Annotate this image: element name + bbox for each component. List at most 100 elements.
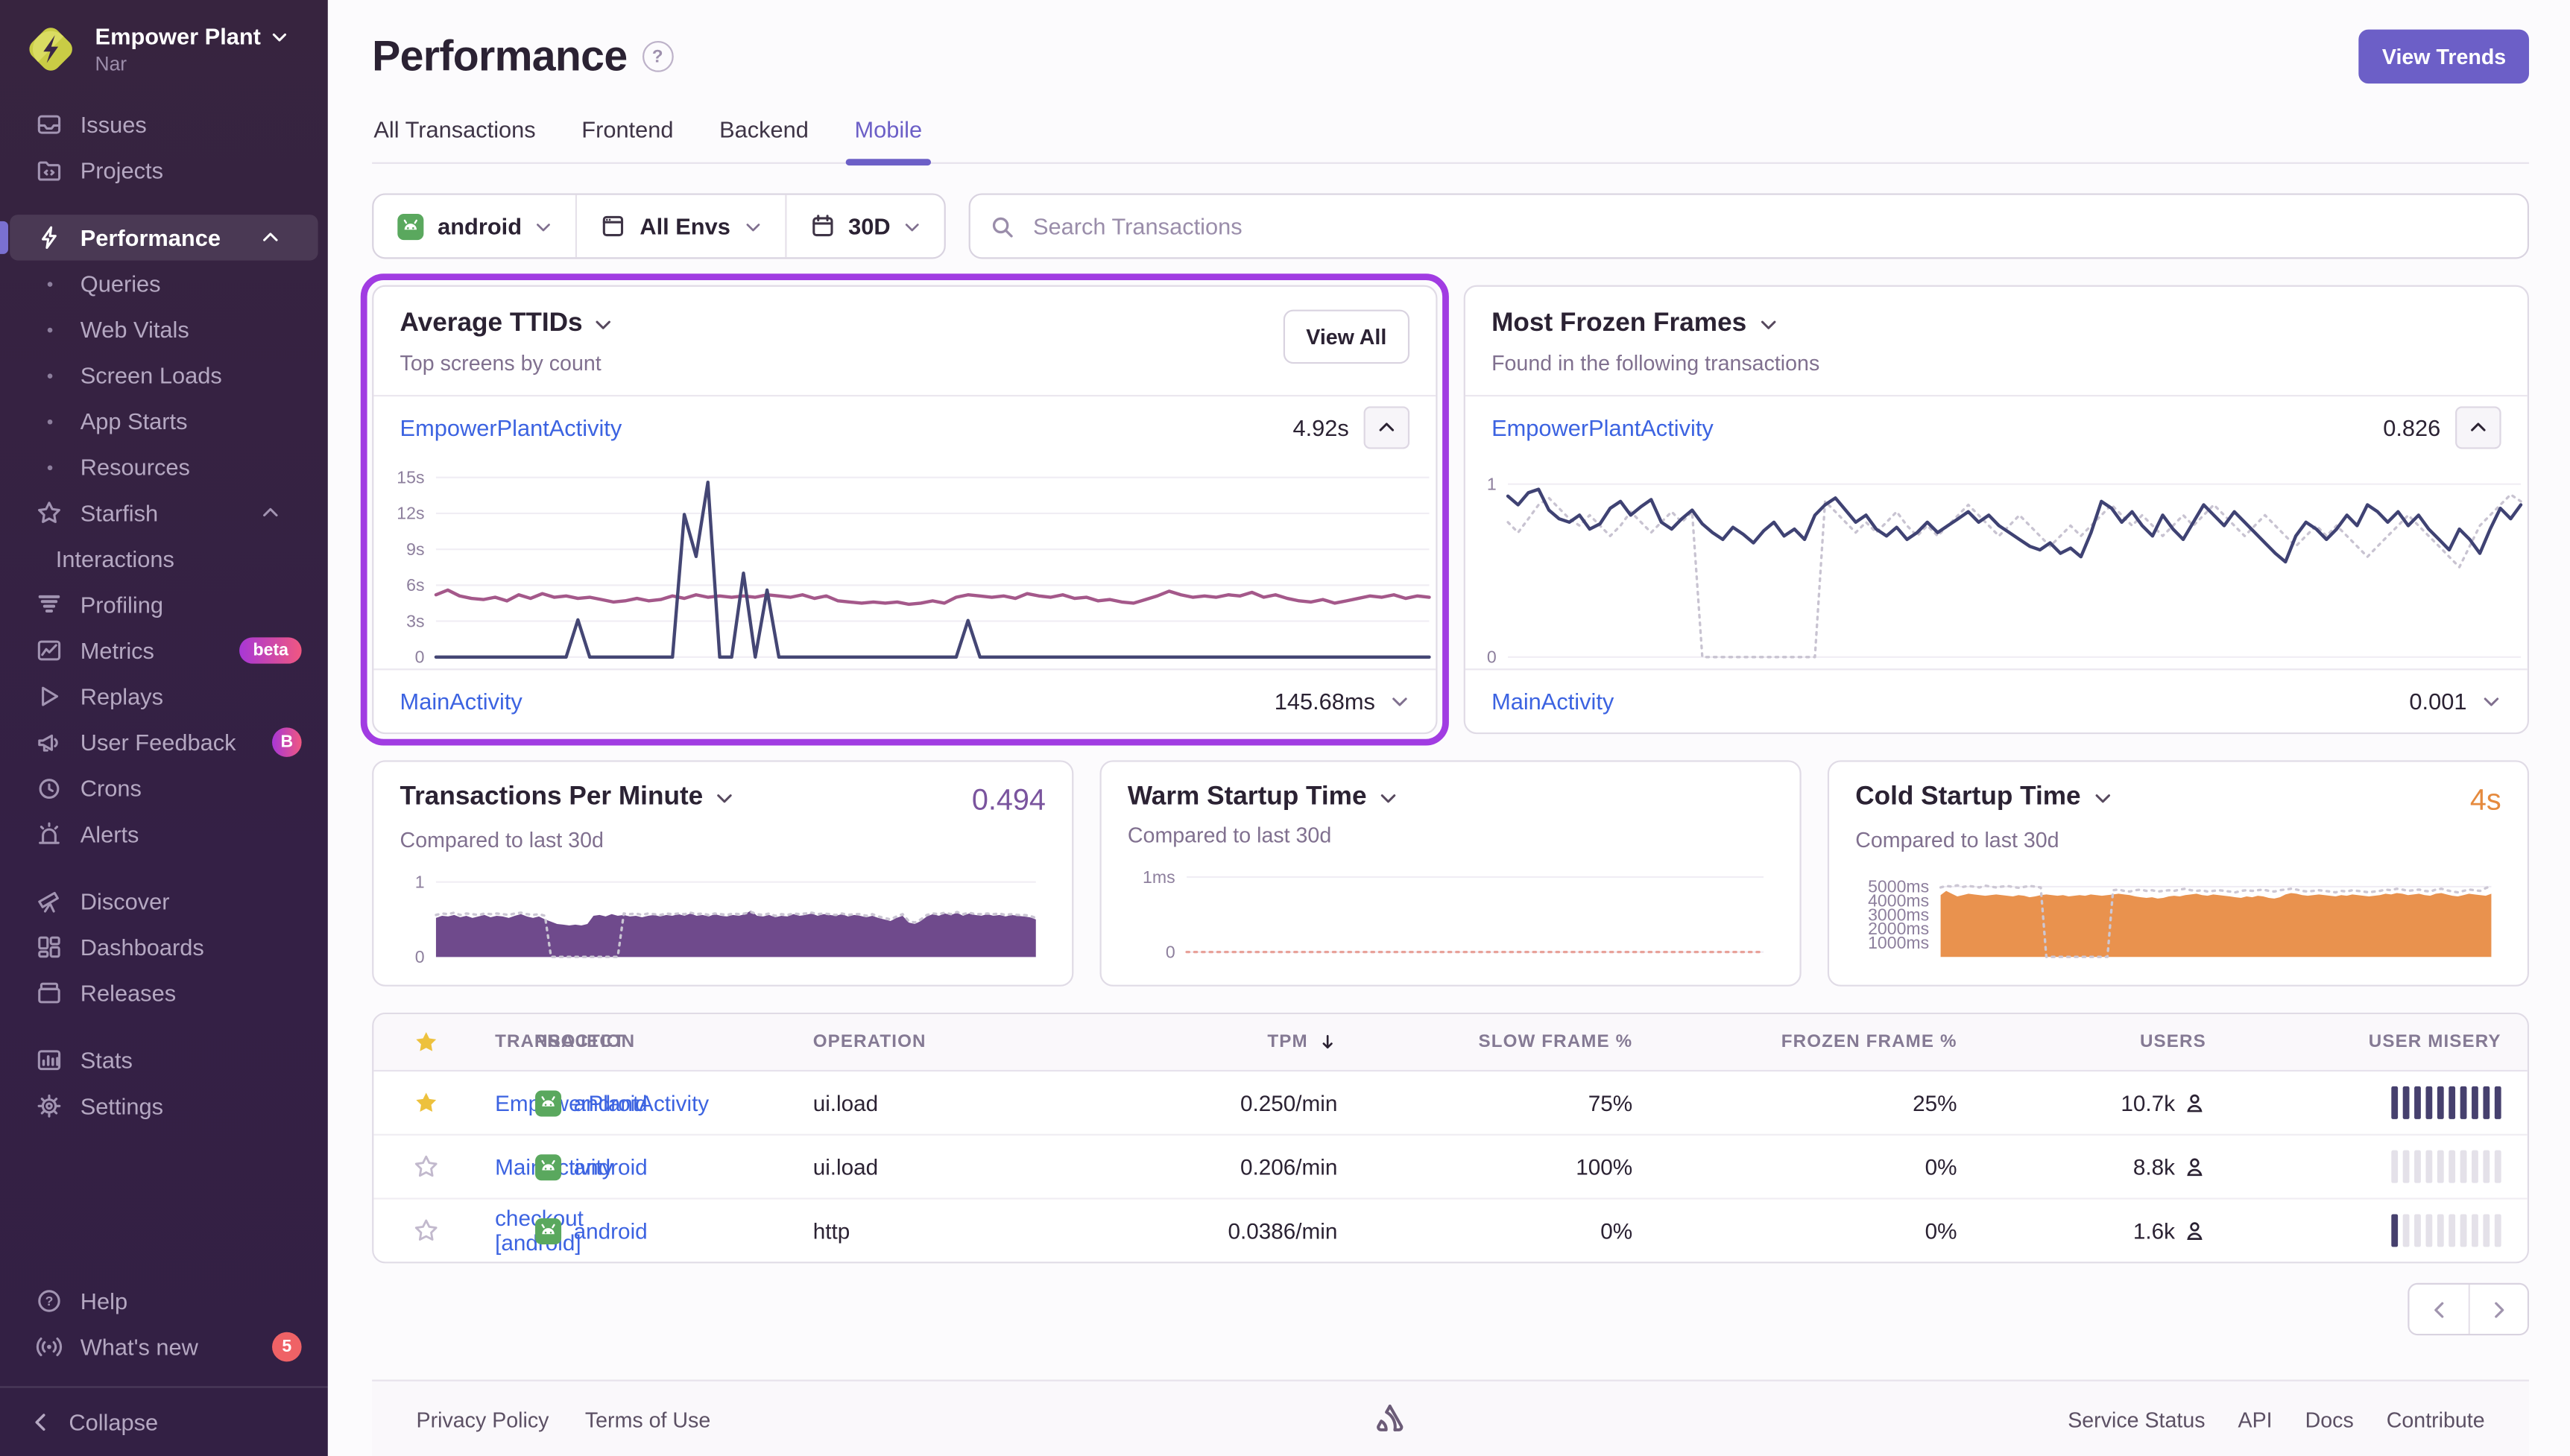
sidebar-item-stats[interactable]: Stats bbox=[10, 1037, 318, 1083]
collapse-toggle-button[interactable] bbox=[1363, 406, 1410, 449]
project-filter[interactable]: android bbox=[373, 195, 575, 258]
slow-frame-value: 100% bbox=[1576, 1154, 1633, 1180]
sidebar-item-issues[interactable]: Issues bbox=[10, 101, 318, 148]
sidebar-item-starfish[interactable]: Starfish bbox=[10, 490, 318, 536]
cold-title[interactable]: Cold Startup Time bbox=[1855, 783, 2112, 813]
sidebar-item-profiling[interactable]: Profiling bbox=[10, 582, 318, 628]
sidebar-item-alerts[interactable]: Alerts bbox=[10, 811, 318, 857]
user-feedback-icon bbox=[33, 729, 66, 756]
frozen-title[interactable]: Most Frozen Frames bbox=[1491, 310, 1819, 340]
warm-card: Warm Startup Time Compared to last 30d 1ms… bbox=[1099, 760, 1802, 987]
transaction-link[interactable]: EmpowerPlantActivity bbox=[400, 414, 622, 440]
sidebar-item-web-vitals[interactable]: Web Vitals bbox=[10, 306, 318, 352]
footer-link-api[interactable]: API bbox=[2238, 1407, 2273, 1431]
tab-mobile[interactable]: Mobile bbox=[846, 107, 931, 166]
sidebar-item-whats-new[interactable]: What's new 5 bbox=[10, 1324, 318, 1370]
sidebar-item-resources[interactable]: Resources bbox=[10, 444, 318, 490]
project-link[interactable]: android bbox=[534, 1089, 648, 1116]
svg-text:0: 0 bbox=[1166, 942, 1175, 961]
sidebar-item-queries[interactable]: Queries bbox=[10, 261, 318, 307]
tpm-value: 0.250/min bbox=[1240, 1090, 1338, 1115]
collapse-label: Collapse bbox=[69, 1409, 159, 1436]
project-link[interactable]: android bbox=[534, 1217, 648, 1244]
previous-page-button[interactable] bbox=[2409, 1285, 2469, 1334]
metrics-icon bbox=[33, 637, 66, 663]
replays-icon bbox=[33, 683, 66, 709]
column-header-star[interactable] bbox=[373, 1029, 479, 1055]
expand-toggle-button[interactable] bbox=[2481, 691, 2501, 711]
footer-link-docs[interactable]: Docs bbox=[2305, 1407, 2354, 1431]
sidebar-item-releases[interactable]: Releases bbox=[10, 970, 318, 1016]
sidebar-item-dashboards[interactable]: Dashboards bbox=[10, 924, 318, 970]
column-label: FROZEN FRAME % bbox=[1781, 1032, 1957, 1052]
org-subtitle: Nar bbox=[95, 52, 127, 76]
sidebar-item-replays[interactable]: Replays bbox=[10, 674, 318, 720]
next-page-button[interactable] bbox=[2468, 1285, 2528, 1334]
transaction-link[interactable]: MainActivity bbox=[400, 689, 522, 715]
project-link[interactable]: android bbox=[534, 1153, 648, 1180]
metric-cards: Transactions Per Minute 0.494 Compared to … bbox=[372, 760, 2530, 987]
view-all-button[interactable]: View All bbox=[1283, 309, 1410, 364]
row-value: 145.68ms bbox=[1274, 688, 1375, 715]
sidebar-collapse-button[interactable]: Collapse bbox=[0, 1386, 328, 1456]
sidebar-item-crons[interactable]: Crons bbox=[10, 765, 318, 811]
collapse-toggle-button[interactable] bbox=[2455, 406, 2501, 449]
chevron-down-icon bbox=[2092, 788, 2112, 808]
sidebar-item-discover[interactable]: Discover bbox=[10, 879, 318, 925]
tab-frontend[interactable]: Frontend bbox=[580, 107, 675, 162]
expand-toggle-button[interactable] bbox=[1390, 691, 1409, 711]
slow-frame-value: 0% bbox=[1600, 1218, 1633, 1243]
metrics-badge: beta bbox=[239, 637, 302, 664]
sidebar-item-projects[interactable]: Projects bbox=[10, 148, 318, 194]
column-header-tpm[interactable]: TPM bbox=[1108, 1032, 1354, 1052]
cold-chart: 5000ms 4000ms 3000ms 2000ms 1000ms bbox=[1855, 867, 2501, 968]
transaction-link[interactable]: MainActivity bbox=[1491, 689, 1614, 715]
tpm-title[interactable]: Transactions Per Minute bbox=[400, 783, 734, 813]
operation-value: http bbox=[812, 1218, 850, 1243]
sidebar-item-metrics[interactable]: Metrics beta bbox=[10, 627, 318, 674]
chevron-up-icon bbox=[254, 503, 287, 522]
tab-all-transactions[interactable]: All Transactions bbox=[372, 107, 537, 162]
project-name: android bbox=[573, 1090, 648, 1115]
sidebar-item-performance[interactable]: Performance bbox=[0, 215, 318, 261]
tab-backend[interactable]: Backend bbox=[718, 107, 810, 162]
warm-chart: 1ms 0 bbox=[1128, 862, 1773, 963]
frozen-panel: Most Frozen Frames Found in the following… bbox=[1463, 285, 2530, 735]
star-toggle[interactable] bbox=[373, 1218, 479, 1244]
footer-link-terms-of-use[interactable]: Terms of Use bbox=[585, 1407, 710, 1431]
card-value: 4s bbox=[2469, 783, 2501, 817]
sidebar-item-app-starts[interactable]: App Starts bbox=[10, 398, 318, 444]
footer-link-service-status[interactable]: Service Status bbox=[2068, 1407, 2205, 1431]
window-icon bbox=[601, 213, 627, 239]
org-switcher[interactable]: Empower Plant Nar bbox=[0, 0, 328, 101]
footer-link-privacy-policy[interactable]: Privacy Policy bbox=[417, 1407, 549, 1431]
sidebar-item-help[interactable]: ? Help bbox=[10, 1278, 318, 1324]
panel-row: EmpowerPlantActivity 4.92s bbox=[373, 396, 1436, 459]
ttid-panel: Average TTIDs Top screens by count View Al… bbox=[372, 285, 1438, 735]
help-icon[interactable]: ? bbox=[642, 40, 674, 72]
sidebar-item-label: Resources bbox=[80, 454, 190, 481]
pagination bbox=[372, 1282, 2530, 1336]
sidebar-item-screen-loads[interactable]: Screen Loads bbox=[10, 352, 318, 399]
sidebar-item-interactions[interactable]: Interactions bbox=[10, 536, 318, 582]
star-toggle[interactable] bbox=[373, 1153, 479, 1180]
user-icon bbox=[2183, 1092, 2206, 1115]
calendar-icon bbox=[809, 213, 835, 239]
date-range-filter[interactable]: 30D bbox=[784, 194, 944, 258]
tpm-chart: 10 bbox=[400, 867, 1046, 968]
environment-filter[interactable]: All Envs bbox=[575, 194, 785, 258]
sidebar-item-label: Discover bbox=[80, 887, 170, 915]
page-content: android All Envs 30D Search Transactions… bbox=[328, 164, 2570, 1456]
table-header: TRANSACTION PROJECT OPERATION TPM SLOW FRAME… bbox=[373, 1014, 2528, 1072]
star-toggle[interactable] bbox=[373, 1089, 479, 1115]
ttid-title[interactable]: Average TTIDs bbox=[400, 310, 614, 340]
footer-link-contribute[interactable]: Contribute bbox=[2387, 1407, 2485, 1431]
sidebar-item-settings[interactable]: Settings bbox=[10, 1083, 318, 1130]
sidebar-item-user-feedback[interactable]: User Feedback B bbox=[10, 719, 318, 765]
transaction-link[interactable]: EmpowerPlantActivity bbox=[1491, 414, 1714, 440]
warm-title[interactable]: Warm Startup Time bbox=[1128, 783, 1398, 813]
column-header-project: PROJECT bbox=[518, 1032, 797, 1051]
transactions-table: TRANSACTION PROJECT OPERATION TPM SLOW FRAME… bbox=[372, 1012, 2530, 1264]
search-input[interactable] bbox=[1029, 211, 2508, 241]
view-trends-button[interactable]: View Trends bbox=[2359, 29, 2530, 84]
